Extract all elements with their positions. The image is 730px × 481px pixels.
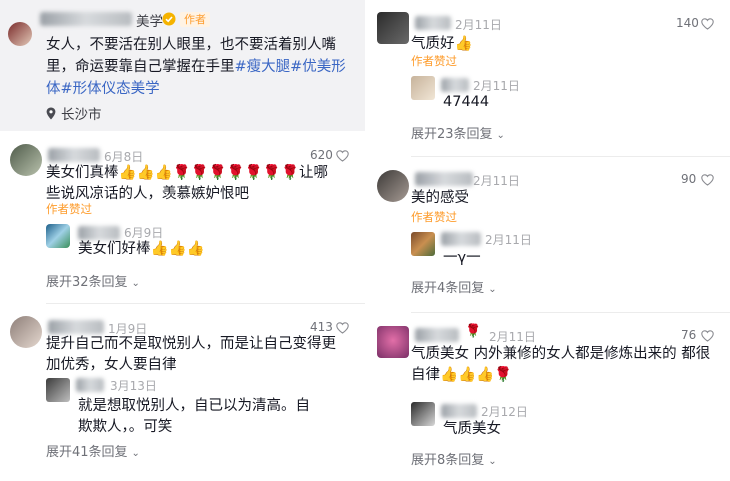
heart-outline-icon[interactable]	[336, 150, 349, 162]
comment-item: 1月9日 413 提升自己而不是取悦别人，而是让自己变得更加优秀，女人要自律 3…	[0, 312, 365, 477]
verified-badge-icon	[162, 12, 176, 26]
expand-replies-button[interactable]: 展开23条回复 ⌄	[411, 123, 505, 142]
reply-date: 2月11日	[485, 233, 532, 247]
post-location[interactable]: 长沙市	[46, 103, 102, 123]
comment-item: 🌹 2月11日 76 气质美女 内外兼修的女人都是修炼出来的 都很自律👍👍👍🌹 …	[369, 322, 730, 477]
reply-text: 气质美女	[443, 421, 501, 437]
reply-avatar[interactable]	[411, 76, 435, 100]
reply-avatar[interactable]	[46, 224, 70, 248]
comment-text: 提升自己而不是取悦别人，而是让自己变得更加优秀，女人要自律	[46, 336, 336, 373]
location-label: 长沙市	[61, 107, 102, 123]
reply-avatar[interactable]	[46, 378, 70, 402]
reply-date: 3月13日	[110, 379, 157, 393]
comment-text: 美女们真棒👍👍👍🌹🌹🌹🌹🌹🌹🌹让哪些说风凉话的人，羡慕嫉妒恨吧	[46, 165, 329, 202]
comment-text: 美的感受	[411, 190, 469, 206]
liked-by-author-badge: 作者赞过	[411, 54, 457, 68]
chevron-down-icon: ⌄	[488, 284, 497, 295]
like-count: 413	[310, 320, 333, 334]
expand-label: 展开41条回复	[46, 445, 128, 460]
comment-date: 2月11日	[473, 174, 520, 188]
reply-text: 就是想取悦别人，自已以为清高。自欺欺人，。可笑	[78, 398, 310, 435]
chevron-down-icon: ⌄	[488, 456, 497, 467]
like-count: 76	[681, 328, 697, 342]
reply-avatar[interactable]	[411, 402, 435, 426]
commenter-avatar[interactable]	[377, 326, 409, 358]
commenter-avatar[interactable]	[377, 12, 409, 44]
like-count: 140	[676, 16, 699, 30]
divider	[411, 312, 730, 313]
divider	[411, 156, 730, 157]
comment-item: 2月11日 140 气质好👍 作者赞过 2月11日 47444 展开23条回复 ⌄	[369, 10, 730, 150]
post-card: 美学 作者 女人，不要活在别人眼里，也不要活着别人嘴里，命运要靠自己掌握在手里#…	[0, 0, 365, 131]
expand-label: 展开8条回复	[411, 453, 485, 468]
liked-by-author-badge: 作者赞过	[46, 202, 92, 216]
post-text: 女人，不要活在别人眼里，也不要活着别人嘴里，命运要靠自己掌握在手里#瘦大腿#优美…	[46, 34, 358, 100]
comment-item: 2月11日 90 美的感受 作者赞过 2月11日 一γ一 展开4条回复 ⌄	[369, 166, 730, 306]
reply-text: 一γ一	[443, 250, 481, 266]
reply-date: 2月12日	[481, 405, 528, 419]
expand-replies-button[interactable]: 展开4条回复 ⌄	[411, 277, 497, 296]
like-count: 620	[310, 148, 333, 162]
post-author-name[interactable]: 美学	[136, 10, 163, 30]
reply-text: 美女们好棒👍👍👍	[78, 241, 205, 257]
heart-outline-icon[interactable]	[336, 322, 349, 334]
reply-text: 47444	[443, 94, 490, 110]
author-badge: 作者	[180, 12, 210, 27]
comment-text: 气质好👍	[411, 36, 473, 52]
comment-text: 气质美女 内外兼修的女人都是修炼出来的 都很自律👍👍👍🌹	[411, 346, 711, 383]
expand-label: 展开4条回复	[411, 281, 485, 296]
commenter-avatar[interactable]	[377, 170, 409, 202]
rose-icon: 🌹	[465, 324, 482, 339]
divider	[46, 303, 365, 304]
comment-date: 2月11日	[489, 330, 536, 344]
reply-avatar[interactable]	[411, 232, 435, 256]
comment-item: 6月8日 620 美女们真棒👍👍👍🌹🌹🌹🌹🌹🌹🌹让哪些说风凉话的人，羡慕嫉妒恨吧…	[0, 140, 365, 300]
expand-label: 展开23条回复	[411, 127, 493, 142]
comment-date: 2月11日	[455, 18, 502, 32]
commenter-avatar[interactable]	[10, 144, 42, 176]
chevron-down-icon: ⌄	[496, 130, 505, 141]
expand-replies-button[interactable]: 展开32条回复 ⌄	[46, 271, 140, 290]
chevron-down-icon: ⌄	[131, 448, 140, 459]
heart-outline-icon[interactable]	[701, 174, 714, 186]
like-count: 90	[681, 172, 697, 186]
expand-replies-button[interactable]: 展开41条回复 ⌄	[46, 441, 140, 460]
commenter-avatar[interactable]	[10, 316, 42, 348]
chevron-down-icon: ⌄	[131, 278, 140, 289]
expand-label: 展开32条回复	[46, 275, 128, 290]
heart-outline-icon[interactable]	[701, 330, 714, 342]
liked-by-author-badge: 作者赞过	[411, 210, 457, 224]
location-pin-icon	[46, 107, 56, 120]
expand-replies-button[interactable]: 展开8条回复 ⌄	[411, 449, 497, 468]
heart-outline-icon[interactable]	[701, 18, 714, 30]
post-author-avatar[interactable]	[8, 22, 32, 46]
